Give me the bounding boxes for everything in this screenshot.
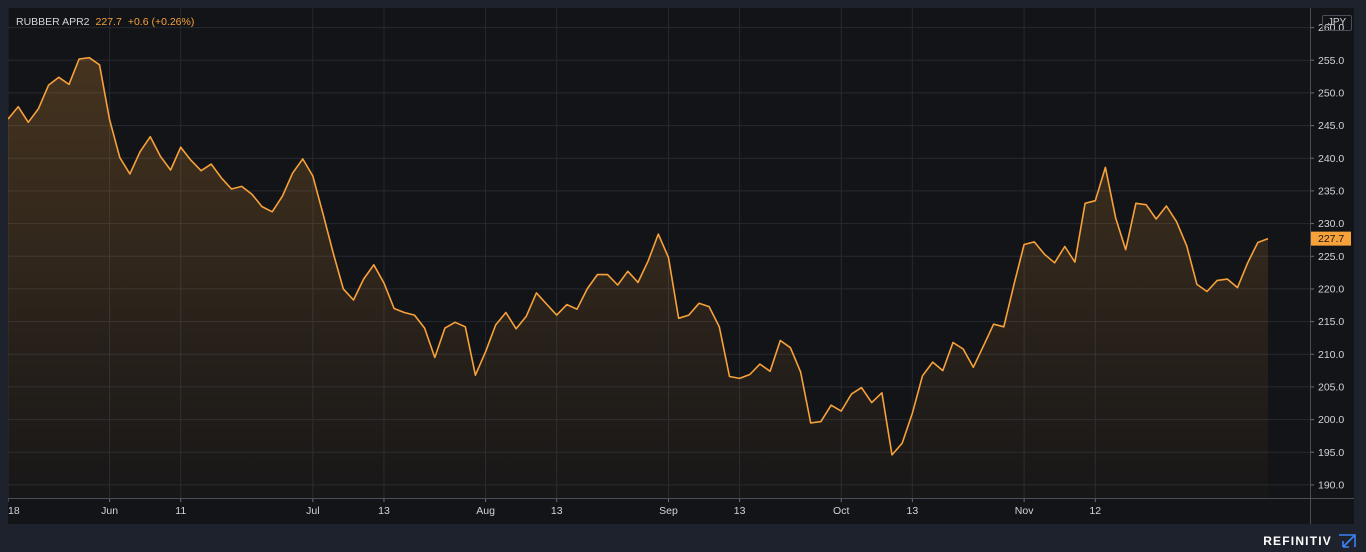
y-tick-label: 235.0 bbox=[1318, 185, 1344, 197]
brand-logo: REFINITIV bbox=[1263, 534, 1356, 548]
x-tick-label: 13 bbox=[378, 505, 390, 517]
x-tick-label: 13 bbox=[907, 505, 919, 517]
y-tick-label: 250.0 bbox=[1318, 87, 1344, 99]
last-value-label: 227.7 bbox=[1318, 233, 1344, 245]
y-tick-label: 195.0 bbox=[1318, 447, 1344, 459]
y-tick-label: 240.0 bbox=[1318, 153, 1344, 165]
brand-name: REFINITIV bbox=[1263, 534, 1332, 548]
x-tick-label: 11 bbox=[175, 505, 186, 517]
price-area-fill bbox=[8, 57, 1268, 498]
x-tick-label: Jul bbox=[306, 505, 319, 517]
y-tick-label: 225.0 bbox=[1318, 251, 1344, 263]
chart-area[interactable]: 190.0 195.0 200.0 205.0 210.0 215.0 220.0 225.0… bbox=[8, 8, 1354, 524]
x-tick-label: Oct bbox=[833, 505, 849, 517]
y-tick-label: 190.0 bbox=[1318, 479, 1344, 491]
symbol-header: RUBBER APR2 227.7 +0.6 (+0.26%) bbox=[16, 16, 194, 28]
y-tick-label: 205.0 bbox=[1318, 381, 1344, 393]
y-tick-label: 210.0 bbox=[1318, 349, 1344, 361]
x-tick-label: Nov bbox=[1015, 505, 1034, 517]
x-tick-label: Sep bbox=[659, 505, 678, 517]
y-tick-label: 220.0 bbox=[1318, 283, 1344, 295]
y-tick-label: 245.0 bbox=[1318, 120, 1344, 132]
x-tick-label: 13 bbox=[551, 505, 563, 517]
x-tick-label: 18 bbox=[8, 505, 20, 517]
price-chart[interactable]: 190.0 195.0 200.0 205.0 210.0 215.0 220.0 225.0… bbox=[8, 8, 1354, 524]
x-tick-label: Jun bbox=[101, 505, 118, 517]
currency-badge[interactable]: JPY bbox=[1322, 15, 1352, 31]
price-change: +0.6 (+0.26%) bbox=[127, 16, 195, 28]
y-tick-label: 255.0 bbox=[1318, 55, 1344, 67]
y-tick-label: 200.0 bbox=[1318, 414, 1344, 426]
x-tick-label: 12 bbox=[1089, 505, 1101, 517]
last-price: 227.7 bbox=[95, 16, 122, 28]
x-tick-label: 13 bbox=[734, 505, 746, 517]
y-tick-label: 230.0 bbox=[1318, 218, 1344, 230]
y-tick-label: 215.0 bbox=[1318, 316, 1344, 328]
symbol-name: RUBBER APR2 bbox=[16, 16, 90, 28]
x-tick-label: Aug bbox=[476, 505, 495, 517]
refinitiv-arrow-icon bbox=[1339, 534, 1356, 548]
